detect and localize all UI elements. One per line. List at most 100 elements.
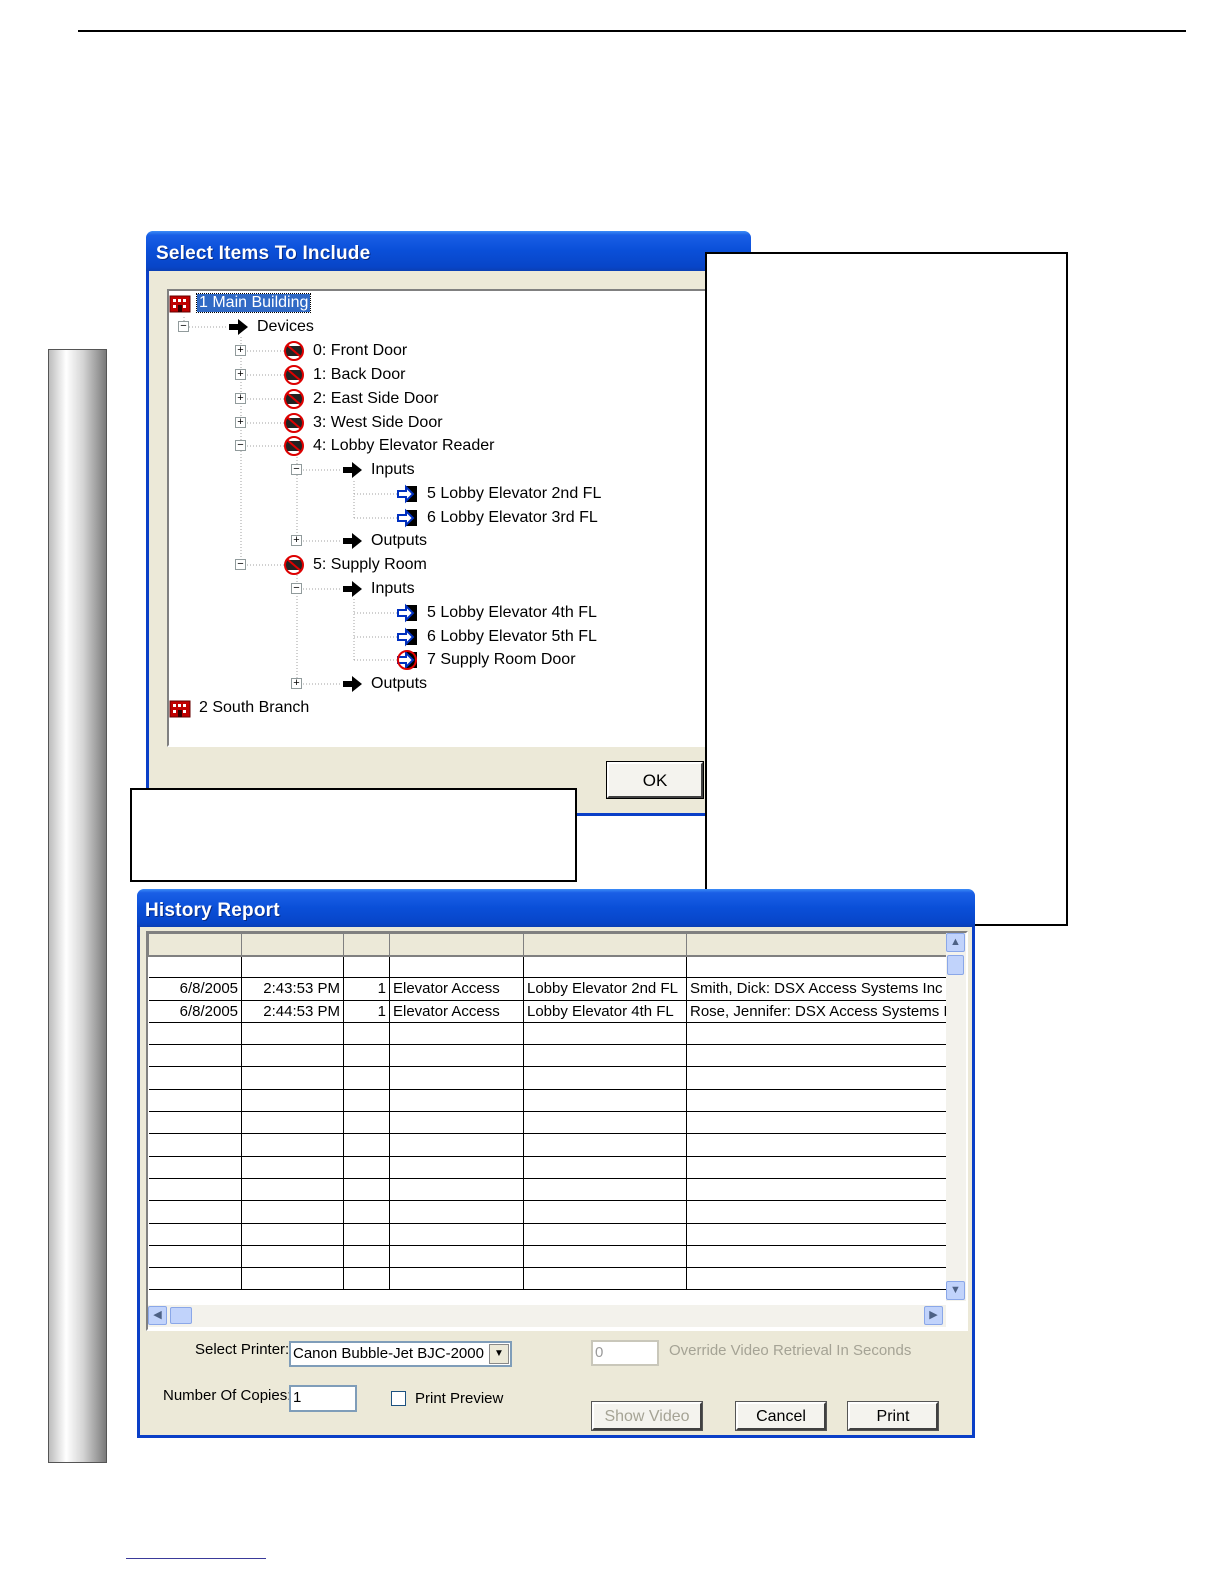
table-row[interactable] (148, 1245, 952, 1269)
collapse-icon[interactable]: − (178, 321, 189, 332)
scroll-left-icon[interactable]: ◀ (148, 1306, 167, 1325)
footer-link-rule (126, 1558, 266, 1559)
arrow-right-icon (341, 674, 363, 694)
date-cell: 6/8/2005 (148, 977, 242, 1001)
column-header[interactable] (148, 933, 242, 957)
table-row[interactable] (148, 1089, 952, 1113)
expand-icon[interactable]: + (235, 345, 246, 356)
column-header[interactable] (523, 933, 687, 957)
building-icon (169, 293, 191, 313)
table-row[interactable]: 6/8/2005 2:43:53 PM 1 Elevator Access Lo… (148, 977, 952, 1001)
scroll-up-icon[interactable]: ▲ (946, 933, 965, 952)
tree-node-inputs[interactable]: Inputs (341, 578, 417, 600)
disabled-reader-icon (283, 413, 305, 433)
table-row[interactable] (148, 1156, 952, 1179)
tree-node-input[interactable]: 6 Lobby Elevator 3rd FL (397, 507, 600, 529)
print-preview-checkbox[interactable] (391, 1391, 406, 1406)
tree-node-south-branch[interactable]: 2 South Branch (169, 697, 311, 719)
input-point-icon (397, 508, 419, 528)
select-printer-label: Select Printer: (195, 1341, 290, 1358)
table-row[interactable]: 6/8/2005 2:44:53 PM 1 Elevator Access Lo… (148, 1000, 952, 1023)
scroll-right-icon[interactable]: ▶ (924, 1306, 943, 1325)
tree-node-input[interactable]: 7 Supply Room Door (397, 649, 578, 671)
tree-node-device[interactable]: 2: East Side Door (283, 388, 440, 410)
tree-node-main-building[interactable]: 1 Main Building (169, 292, 312, 314)
side-gradient-bar (48, 349, 107, 1463)
tree-node-inputs[interactable]: Inputs (341, 459, 417, 481)
tree-node-devices[interactable]: Devices (227, 316, 316, 338)
tree-node-input[interactable]: 5 Lobby Elevator 2nd FL (397, 483, 603, 505)
tree-node-device[interactable]: 5: Supply Room (283, 554, 429, 576)
vertical-scroll-thumb[interactable] (947, 955, 964, 975)
tree-node-input[interactable]: 6 Lobby Elevator 5th FL (397, 626, 599, 648)
tree-node-outputs[interactable]: Outputs (341, 530, 429, 552)
collapse-icon[interactable]: − (235, 559, 246, 570)
printer-select[interactable]: Canon Bubble-Jet BJC-2000 ▼ (289, 1341, 512, 1367)
tree-node-device[interactable]: 1: Back Door (283, 364, 407, 386)
collapse-icon[interactable]: − (235, 440, 246, 451)
printer-select-value: Canon Bubble-Jet BJC-2000 (293, 1345, 484, 1362)
collapse-icon[interactable]: − (291, 583, 302, 594)
arrow-right-icon (227, 317, 249, 337)
select-dialog-title: Select Items To Include (146, 231, 751, 271)
table-row[interactable] (148, 1066, 952, 1090)
input-point-icon (397, 627, 419, 647)
scroll-down-icon[interactable]: ▼ (946, 1281, 965, 1300)
collapse-icon[interactable]: − (291, 464, 302, 475)
history-table: 6/8/2005 2:43:53 PM 1 Elevator Access Lo… (148, 933, 952, 1291)
location-cell: Lobby Elevator 4th FL (523, 1000, 687, 1023)
chevron-down-icon[interactable]: ▼ (489, 1344, 509, 1364)
history-report-dialog: History Report 6/8/2005 2:43:53 PM 1 Ele… (137, 889, 975, 1438)
person-cell: Smith, Dick: DSX Access Systems Inc (686, 977, 952, 1001)
event-cell: Elevator Access (389, 1000, 524, 1023)
table-row[interactable] (148, 1178, 952, 1202)
table-row[interactable] (148, 1267, 952, 1291)
tree-node-input[interactable]: 5 Lobby Elevator 4th FL (397, 602, 599, 624)
expand-icon[interactable]: + (291, 678, 302, 689)
vertical-scrollbar[interactable]: ▲ ▼ (946, 933, 966, 1301)
arrow-right-icon (341, 460, 363, 480)
tree-node-device[interactable]: 0: Front Door (283, 340, 409, 362)
item-tree[interactable]: − + + + + − − + − − + 1 Main Building De… (167, 289, 727, 747)
column-header[interactable] (686, 933, 952, 957)
column-header[interactable] (343, 933, 390, 957)
disabled-reader-icon (283, 341, 305, 361)
disabled-reader-icon (283, 389, 305, 409)
table-row[interactable] (148, 1200, 952, 1224)
page-header-rule (78, 30, 1186, 32)
horizontal-scrollbar[interactable]: ◀ ▶ (148, 1305, 946, 1327)
disabled-reader-icon (283, 555, 305, 575)
table-row[interactable] (148, 1223, 952, 1246)
callout-box-right (705, 252, 1068, 926)
disabled-reader-icon (283, 365, 305, 385)
copies-input[interactable]: 1 (289, 1385, 357, 1412)
expand-icon[interactable]: + (235, 369, 246, 380)
tree-node-device[interactable]: 3: West Side Door (283, 412, 445, 434)
table-row[interactable] (148, 1133, 952, 1157)
override-video-input[interactable]: 0 (591, 1340, 659, 1366)
expand-icon[interactable]: + (235, 417, 246, 428)
callout-box-middle (130, 788, 577, 882)
select-items-dialog: Select Items To Include − + + + + − − + … (146, 231, 751, 816)
number-of-copies-label: Number Of Copies: (163, 1387, 292, 1404)
table-row[interactable] (148, 1022, 952, 1046)
expand-icon[interactable]: + (291, 535, 302, 546)
table-row[interactable] (148, 1044, 952, 1068)
ok-button[interactable]: OK (606, 761, 704, 799)
cancel-button[interactable]: Cancel (735, 1401, 827, 1431)
column-header[interactable] (241, 933, 344, 957)
tree-node-outputs[interactable]: Outputs (341, 673, 429, 695)
show-video-button[interactable]: Show Video (591, 1401, 703, 1431)
event-cell: Elevator Access (389, 977, 524, 1001)
column-header[interactable] (389, 933, 524, 957)
history-grid[interactable]: 6/8/2005 2:43:53 PM 1 Elevator Access Lo… (146, 931, 968, 1331)
time-cell: 2:43:53 PM (241, 977, 344, 1001)
expand-icon[interactable]: + (235, 393, 246, 404)
print-button[interactable]: Print (847, 1401, 939, 1431)
time-cell: 2:44:53 PM (241, 1000, 344, 1023)
table-row[interactable] (148, 955, 952, 979)
tree-node-device[interactable]: 4: Lobby Elevator Reader (283, 435, 496, 457)
building-icon (169, 698, 191, 718)
table-row[interactable] (148, 1111, 952, 1135)
horizontal-scroll-thumb[interactable] (170, 1307, 192, 1324)
